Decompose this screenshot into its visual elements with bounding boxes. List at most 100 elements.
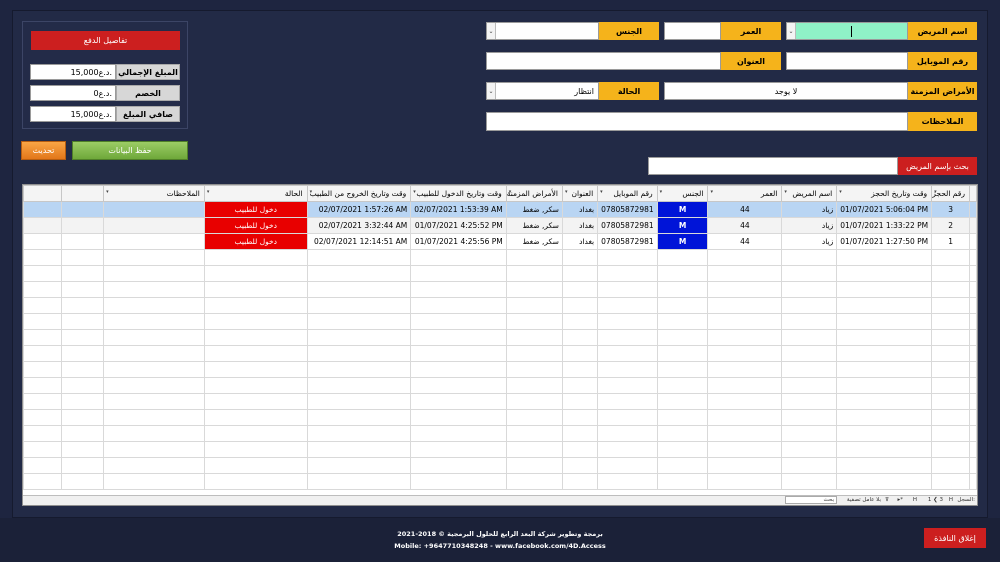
nav-new-button[interactable]: ▸* bbox=[897, 497, 903, 503]
grid-cell[interactable]: دخول للطبيب bbox=[203, 233, 308, 250]
chronic-input[interactable]: لا يوجد bbox=[664, 82, 908, 100]
sort-arrow-icon[interactable]: ▾ bbox=[207, 189, 210, 195]
grid-cell[interactable]: زياد bbox=[781, 233, 838, 250]
grid-cell[interactable] bbox=[103, 217, 205, 234]
grid-cell[interactable]: 02/07/2021 1:57:26 AM bbox=[306, 201, 412, 218]
grid-cell[interactable]: 07805872981 bbox=[597, 217, 658, 234]
sort-arrow-icon[interactable]: ▾ bbox=[784, 189, 787, 195]
sort-arrow-icon[interactable]: ▾ bbox=[310, 189, 313, 195]
nav-search-input[interactable]: بحث bbox=[785, 496, 837, 504]
sort-arrow-icon[interactable]: ▾ bbox=[934, 189, 937, 195]
grid-header-cell[interactable]: ▾ رقم الموبايل bbox=[597, 185, 658, 202]
sort-arrow-icon[interactable]: ▾ bbox=[600, 189, 603, 195]
status-select[interactable]: ⌄ انتظار bbox=[486, 82, 599, 100]
row-selector[interactable] bbox=[969, 249, 977, 266]
grid-cell[interactable]: زياد bbox=[781, 201, 838, 218]
grid-cell[interactable]: بغداد bbox=[561, 201, 599, 218]
grid-cell[interactable]: زياد bbox=[781, 217, 838, 234]
nav-first-button[interactable]: H bbox=[949, 497, 953, 503]
grid-cell[interactable]: 01/07/2021 1:33:22 PM bbox=[836, 217, 933, 234]
table-row[interactable]: دخول للطبيب 02/07/2021 3:32:44 AM 01/07/20… bbox=[23, 217, 977, 234]
patient-name-input[interactable]: ⌄ bbox=[786, 22, 908, 40]
grid-cell[interactable]: سكر, ضغط bbox=[505, 217, 563, 234]
grid-header-cell[interactable]: ▾ الجنس bbox=[656, 185, 709, 202]
address-input[interactable] bbox=[486, 52, 721, 70]
chevron-down-icon[interactable]: ⌄ bbox=[487, 83, 496, 99]
sort-arrow-icon[interactable]: ▾ bbox=[660, 189, 663, 195]
grid-cell[interactable]: بغداد bbox=[561, 233, 599, 250]
nav-filter[interactable]: بلا عامل تصفية bbox=[847, 497, 881, 503]
grid-header-cell[interactable]: ▾ الملاحظات bbox=[103, 185, 205, 202]
row-selector[interactable] bbox=[969, 473, 977, 490]
grid-header-cell[interactable]: ▾ العمر bbox=[707, 185, 783, 202]
grid-cell[interactable]: 07805872981 bbox=[597, 201, 658, 218]
sort-arrow-icon[interactable]: ▾ bbox=[565, 189, 568, 195]
search-input[interactable] bbox=[648, 157, 898, 175]
table-row[interactable]: دخول للطبيب 02/07/2021 12:14:51 AM 01/07/2… bbox=[23, 233, 977, 250]
grid-cell[interactable]: دخول للطبيب bbox=[203, 201, 308, 218]
nav-position[interactable]: 1 ❮ 3 bbox=[928, 497, 943, 503]
grid-cell[interactable]: 02/07/2021 1:53:39 AM bbox=[410, 201, 507, 218]
sort-arrow-icon[interactable]: ▾ bbox=[710, 189, 713, 195]
refresh-button[interactable]: تحديث bbox=[21, 141, 66, 160]
row-selector[interactable] bbox=[969, 345, 977, 362]
row-selector[interactable] bbox=[969, 425, 977, 442]
grid-cell[interactable]: 01/07/2021 4:25:52 PM bbox=[410, 217, 507, 234]
row-selector[interactable] bbox=[969, 313, 977, 330]
row-selector[interactable] bbox=[969, 393, 977, 410]
grid-header-cell[interactable]: ▾ وقت وتاريخ الحجز bbox=[836, 185, 933, 202]
grid-cell[interactable]: 2 bbox=[931, 217, 970, 234]
grid-cell[interactable]: سكر, ضغط bbox=[505, 201, 563, 218]
grid-header-cell[interactable]: ▾ العنوان bbox=[561, 185, 599, 202]
row-selector[interactable] bbox=[969, 409, 977, 426]
save-button[interactable]: حفظ البيانات bbox=[72, 141, 188, 160]
sort-arrow-icon[interactable]: ▾ bbox=[509, 189, 512, 195]
row-selector[interactable] bbox=[969, 217, 977, 234]
gender-select[interactable]: ⌄ bbox=[486, 22, 599, 40]
chevron-down-icon[interactable]: ⌄ bbox=[487, 23, 496, 39]
sort-arrow-icon[interactable]: ▾ bbox=[413, 189, 416, 195]
row-selector[interactable] bbox=[969, 201, 977, 218]
age-input[interactable] bbox=[664, 22, 721, 40]
row-selector[interactable] bbox=[969, 265, 977, 282]
grid-cell[interactable] bbox=[103, 201, 205, 218]
grid-cell[interactable]: M bbox=[656, 233, 709, 250]
row-selector[interactable] bbox=[969, 233, 977, 250]
grid-cell[interactable]: 01/07/2021 5:06:04 PM bbox=[836, 201, 933, 218]
grid-header-cell[interactable]: ▾ وقت وتاريخ الدخول للطبيب bbox=[410, 185, 507, 202]
grid-cell[interactable]: 01/07/2021 4:25:56 PM bbox=[410, 233, 507, 250]
sort-arrow-icon[interactable]: ▾ bbox=[106, 189, 109, 195]
chevron-down-icon[interactable]: ⌄ bbox=[787, 23, 796, 39]
grid-cell[interactable]: 44 bbox=[707, 217, 783, 234]
grid-cell[interactable]: 3 bbox=[931, 201, 970, 218]
row-selector[interactable] bbox=[969, 297, 977, 314]
row-selector[interactable] bbox=[969, 281, 977, 298]
grid-cell[interactable]: 02/07/2021 12:14:51 AM bbox=[306, 233, 412, 250]
grid-cell[interactable]: سكر, ضغط bbox=[505, 233, 563, 250]
nav-last-button[interactable]: H bbox=[913, 497, 917, 503]
sort-arrow-icon[interactable]: ▾ bbox=[839, 189, 842, 195]
grid-cell[interactable]: M bbox=[656, 217, 709, 234]
close-window-button[interactable]: إغلاق النافذة bbox=[924, 528, 986, 548]
mobile-input[interactable] bbox=[786, 52, 908, 70]
grid-header-cell[interactable]: ▾ الأمراض المزمنة bbox=[505, 185, 563, 202]
grid-cell[interactable]: دخول للطبيب bbox=[203, 217, 308, 234]
notes-input[interactable] bbox=[486, 112, 908, 131]
grid-cell[interactable]: M bbox=[656, 201, 709, 218]
grid-cell[interactable]: 44 bbox=[707, 233, 783, 250]
grid-cell[interactable] bbox=[103, 233, 205, 250]
grid-cell[interactable]: 1 bbox=[931, 233, 970, 250]
grid-cell[interactable]: 44 bbox=[707, 201, 783, 218]
table-row[interactable]: دخول للطبيب 02/07/2021 1:57:26 AM 02/07/20… bbox=[23, 201, 977, 218]
row-selector[interactable] bbox=[969, 377, 977, 394]
grid-header-cell[interactable]: ▾ رقم الحجز bbox=[931, 185, 970, 202]
grid-cell[interactable]: 01/07/2021 1:27:50 PM bbox=[836, 233, 933, 250]
grid-header-cell[interactable]: ▾ الحالة bbox=[203, 185, 308, 202]
grid-cell[interactable]: 07805872981 bbox=[597, 233, 658, 250]
grid-header-cell[interactable]: ▾ اسم المريض bbox=[781, 185, 838, 202]
grid-cell[interactable]: 02/07/2021 3:32:44 AM bbox=[306, 217, 412, 234]
row-selector[interactable] bbox=[969, 441, 977, 458]
row-selector[interactable] bbox=[969, 329, 977, 346]
grid-cell[interactable]: بغداد bbox=[561, 217, 599, 234]
grid-header-cell[interactable]: ▾ وقت وتاريخ الخروج من الطبيب bbox=[306, 185, 412, 202]
